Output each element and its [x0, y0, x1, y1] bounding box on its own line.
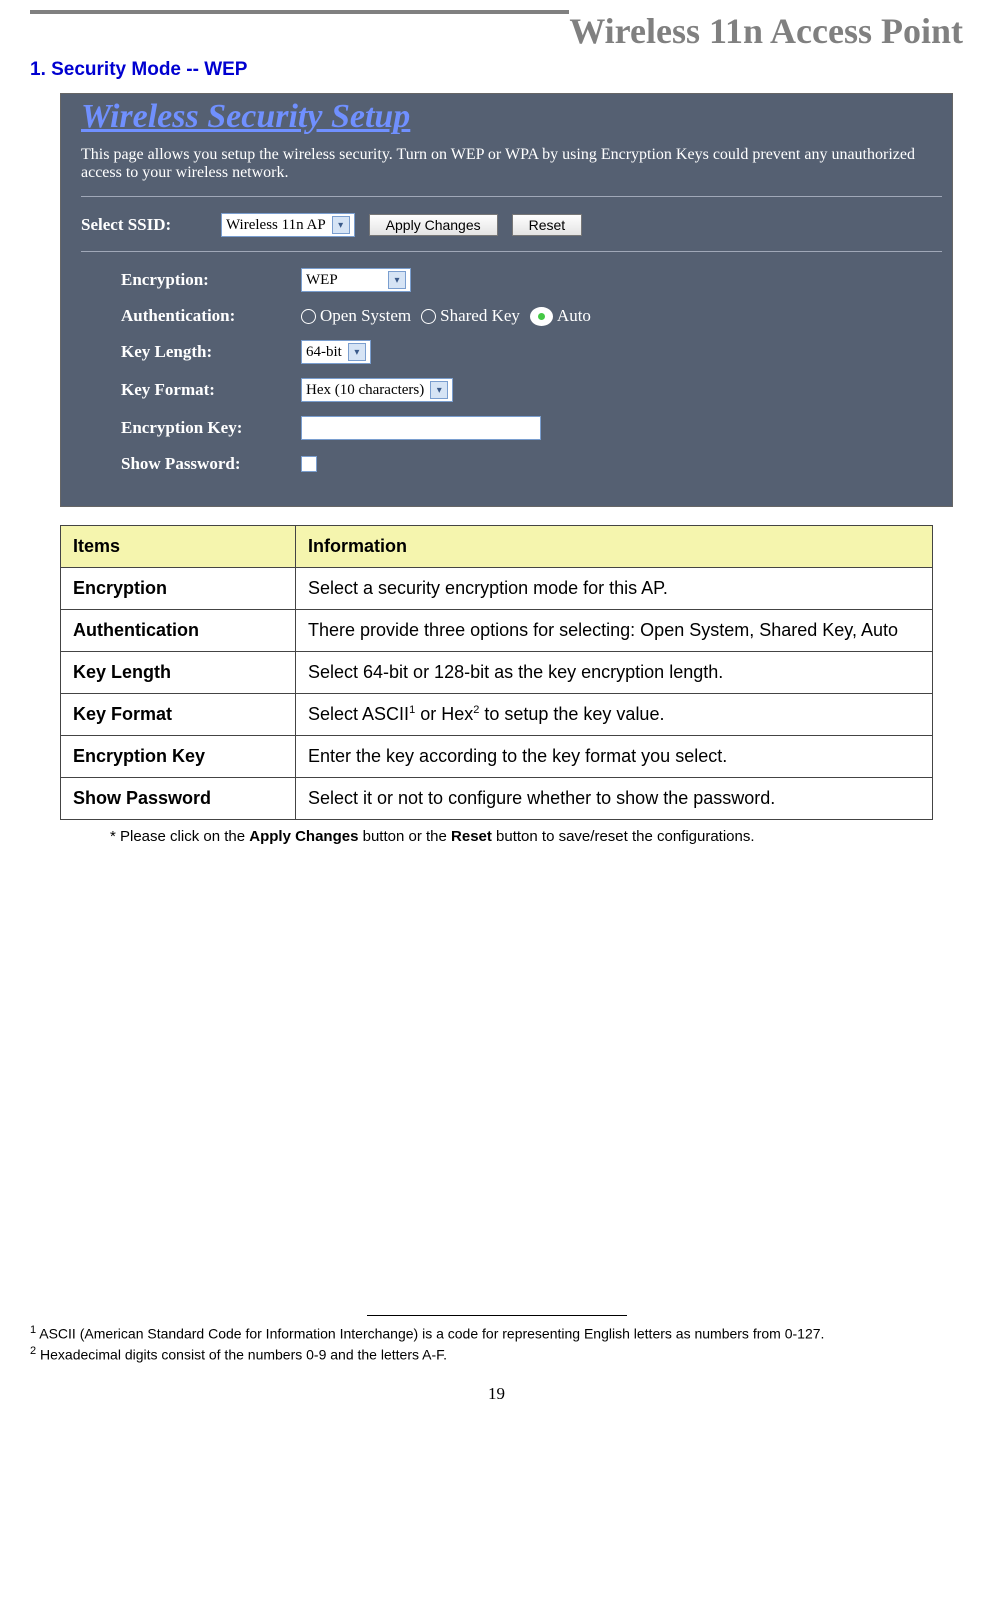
text: Select ASCII	[308, 704, 409, 724]
table-row: Authentication There provide three optio…	[61, 610, 933, 652]
keyfmt-label: Key Format:	[81, 380, 301, 400]
table-row: Key Format Select ASCII1 or Hex2 to setu…	[61, 694, 933, 736]
encryption-value: WEP	[306, 272, 382, 289]
chevron-down-icon: ▾	[388, 271, 406, 289]
showpw-label: Show Password:	[81, 454, 301, 474]
keylen-label: Key Length:	[81, 342, 301, 362]
table-row: Encryption Key Enter the key according t…	[61, 736, 933, 778]
ssid-value: Wireless 11n AP	[226, 217, 326, 234]
panel-title: Wireless Security Setup	[81, 98, 942, 136]
auth-shared-label: Shared Key	[440, 306, 520, 326]
encryption-label: Encryption:	[81, 270, 301, 290]
table-row: Show Password Select it or not to config…	[61, 778, 933, 820]
info-table: Items Information Encryption Select a se…	[60, 525, 933, 820]
table-row: Encryption Select a security encryption …	[61, 568, 933, 610]
th-information: Information	[296, 526, 933, 568]
footnote-text: ASCII (American Standard Code for Inform…	[36, 1326, 824, 1342]
enckey-label: Encryption Key:	[81, 418, 301, 438]
page-header-title: Wireless 11n Access Point	[569, 10, 963, 52]
text: button or the	[358, 828, 451, 845]
keylen-value: 64-bit	[306, 344, 342, 361]
item-info: Select a security encryption mode for th…	[296, 568, 933, 610]
keyfmt-value: Hex (10 characters)	[306, 382, 424, 399]
auth-open-radio[interactable]: Open System	[301, 306, 411, 326]
reset-button[interactable]: Reset	[512, 214, 583, 236]
footnote-text: Hexadecimal digits consist of the number…	[36, 1347, 447, 1363]
divider	[81, 251, 942, 252]
chevron-down-icon: ▾	[332, 216, 350, 234]
footnote-2: 2 Hexadecimal digits consist of the numb…	[30, 1345, 963, 1364]
encryption-key-input[interactable]	[301, 416, 541, 440]
item-label: Encryption Key	[73, 746, 205, 766]
auth-auto-label: Auto	[557, 306, 591, 326]
keylen-select[interactable]: 64-bit ▾	[301, 340, 371, 364]
item-label: Show Password	[73, 788, 211, 808]
page-number: 19	[30, 1384, 963, 1404]
apply-changes-button[interactable]: Apply Changes	[369, 214, 498, 236]
encryption-select[interactable]: WEP ▾	[301, 268, 411, 292]
panel-description: This page allows you setup the wireless …	[81, 146, 942, 182]
text-bold: Reset	[451, 828, 492, 845]
chevron-down-icon: ▾	[430, 381, 448, 399]
item-label: Key Format	[73, 704, 172, 724]
text: * Please click on the	[110, 828, 249, 845]
text: button to save/reset the configurations.	[492, 828, 755, 845]
chevron-down-icon: ▾	[348, 343, 366, 361]
keyfmt-select[interactable]: Hex (10 characters) ▾	[301, 378, 453, 402]
item-label: Authentication	[73, 620, 199, 640]
header-rule: Wireless 11n Access Point	[30, 10, 963, 54]
section-title: 1. Security Mode -- WEP	[30, 59, 963, 81]
text: or Hex	[415, 704, 473, 724]
text: to setup the key value.	[479, 704, 664, 724]
auth-auto-radio[interactable]: Auto	[530, 306, 591, 326]
table-row: Key Length Select 64-bit or 128-bit as t…	[61, 652, 933, 694]
footnote-rule	[367, 1315, 627, 1316]
show-password-checkbox[interactable]	[301, 456, 317, 472]
footnote-1: 1 ASCII (American Standard Code for Info…	[30, 1324, 963, 1343]
item-label: Encryption	[73, 578, 167, 598]
screenshot-panel: Wireless Security Setup This page allows…	[60, 93, 953, 507]
item-info: Select it or not to configure whether to…	[296, 778, 933, 820]
auth-open-label: Open System	[320, 306, 411, 326]
item-info: Select ASCII1 or Hex2 to setup the key v…	[296, 694, 933, 736]
item-label: Key Length	[73, 662, 171, 682]
auth-shared-radio[interactable]: Shared Key	[421, 306, 520, 326]
apply-note: * Please click on the Apply Changes butt…	[110, 828, 963, 845]
ssid-select[interactable]: Wireless 11n AP ▾	[221, 213, 355, 237]
item-info: There provide three options for selectin…	[296, 610, 933, 652]
th-items: Items	[61, 526, 296, 568]
auth-label: Authentication:	[81, 306, 301, 326]
ssid-label: Select SSID:	[81, 215, 221, 235]
divider	[81, 196, 942, 197]
item-info: Enter the key according to the key forma…	[296, 736, 933, 778]
item-info: Select 64-bit or 128-bit as the key encr…	[296, 652, 933, 694]
text-bold: Apply Changes	[249, 828, 358, 845]
